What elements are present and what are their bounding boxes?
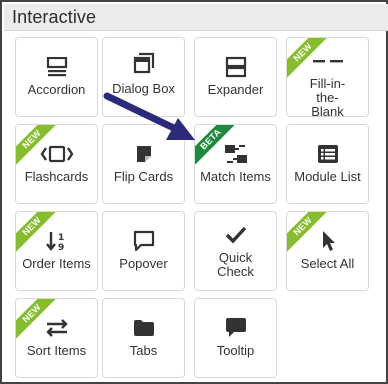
tile-label: Match Items: [200, 169, 271, 184]
tile-label: Expander: [207, 82, 264, 97]
tile-label: Tabs: [129, 343, 158, 358]
tile-expander[interactable]: Expander: [194, 37, 277, 117]
dialog-box-icon: [103, 52, 184, 74]
tile-label: Popover: [119, 256, 168, 271]
order-items-icon: 19: [16, 230, 97, 252]
flashcards-icon: [16, 143, 97, 165]
expander-icon: [195, 56, 276, 78]
panel-header: Interactive: [4, 4, 388, 31]
match-items-icon: [195, 143, 276, 165]
tile-popover[interactable]: Popover: [102, 211, 185, 291]
svg-text:9: 9: [58, 243, 64, 252]
tile-accordion[interactable]: Accordion: [15, 37, 98, 117]
flip-cards-icon: [103, 143, 184, 165]
tile-label: Select All: [300, 256, 355, 271]
tile-label: Sort Items: [26, 343, 87, 358]
tile-label: Dialog Box: [112, 81, 175, 96]
module-list-icon: [287, 143, 368, 165]
tile-order-items[interactable]: NEW 19 Order Items: [15, 211, 98, 291]
checkmark-icon: [195, 224, 276, 246]
tile-label: Tooltip: [216, 343, 255, 358]
tile-label: Order Items: [22, 256, 91, 271]
tile-flashcards[interactable]: NEW Flashcards: [15, 124, 98, 204]
cursor-arrow-icon: [287, 230, 368, 252]
tile-label: Accordion: [27, 82, 86, 97]
tile-select-all[interactable]: NEW Select All: [286, 211, 369, 291]
tooltip-icon: [195, 317, 276, 339]
tile-label: Flip Cards: [113, 169, 174, 184]
fill-in-blank-icon: [287, 50, 368, 72]
folder-tab-icon: [103, 317, 184, 339]
tile-match-items[interactable]: BETA Match Items: [194, 124, 277, 204]
svg-text:1: 1: [58, 233, 64, 243]
tile-dialog-box[interactable]: Dialog Box: [102, 37, 185, 117]
panel-title: Interactive: [12, 7, 97, 27]
tile-label: Flashcards: [24, 169, 89, 184]
sort-arrows-icon: [16, 317, 97, 339]
popover-icon: [103, 230, 184, 252]
tile-quick-check[interactable]: Quick Check: [194, 211, 277, 291]
tile-module-list[interactable]: Module List: [286, 124, 369, 204]
tile-tooltip[interactable]: Tooltip: [194, 298, 277, 378]
tile-label: Quick Check: [217, 250, 254, 279]
tile-fill-in-the-blank[interactable]: NEW Fill-in-the-Blank: [286, 37, 369, 117]
tile-tabs[interactable]: Tabs: [102, 298, 185, 378]
accordion-icon: [16, 56, 97, 78]
tile-label: Fill-in-the-Blank: [309, 76, 346, 117]
tile-flip-cards[interactable]: Flip Cards: [102, 124, 185, 204]
tile-label: Module List: [294, 169, 361, 184]
tile-sort-items[interactable]: NEW Sort Items: [15, 298, 98, 378]
